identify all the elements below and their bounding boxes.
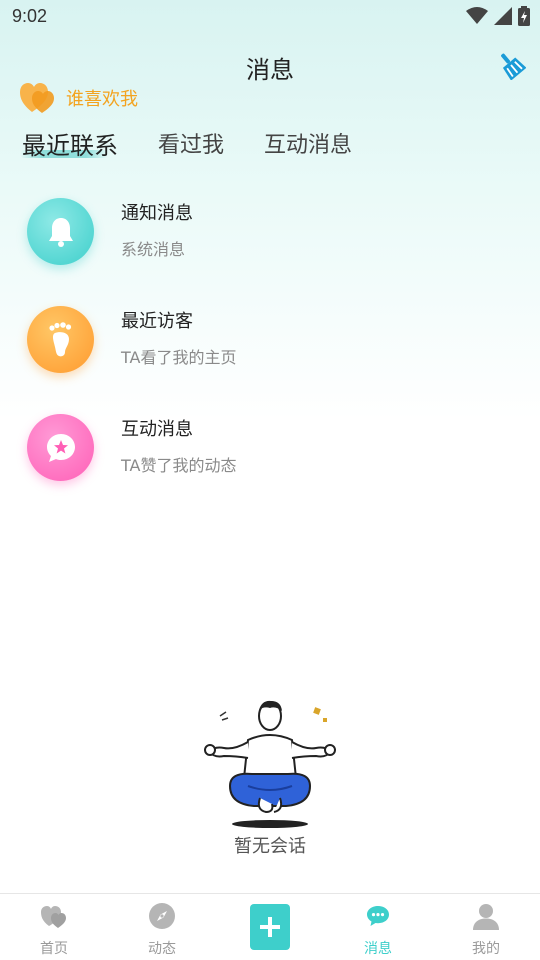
list-item-notifications[interactable]: 通知消息 系统消息	[0, 190, 540, 298]
tab-interactions[interactable]: 互动消息	[264, 128, 352, 168]
list-item-title: 互动消息	[121, 419, 193, 440]
nav-label: 消息	[364, 941, 392, 957]
post-button[interactable]	[250, 904, 290, 950]
nav-item-post[interactable]	[216, 894, 324, 960]
footprint-icon	[48, 321, 71, 356]
status-bar: 9:02	[0, 0, 540, 34]
nav-label: 动态	[148, 941, 176, 957]
list-item-visitors[interactable]: 最近访客 TA看了我的主页	[0, 298, 540, 406]
status-time: 9:02	[12, 6, 48, 26]
nav-item-messages[interactable]: 消息	[324, 894, 432, 960]
tab-label: 最近联系	[22, 132, 118, 160]
nav-item-moments[interactable]: 动态	[108, 894, 216, 960]
person-icon	[473, 904, 499, 930]
nav-label: 我的	[472, 941, 500, 957]
notification-avatar	[27, 198, 94, 265]
meditating-person-illustration	[190, 694, 350, 830]
list-item-title: 最近访客	[121, 311, 193, 332]
bottom-navigation: 首页 动态 消息 我的	[0, 893, 540, 960]
nav-item-profile[interactable]: 我的	[432, 894, 540, 960]
message-list: 通知消息 系统消息 最近访客 TA看了我的主页 互动消息 TA赞了我的动态	[0, 190, 540, 514]
clear-messages-button[interactable]	[496, 50, 527, 81]
list-item-subtitle: TA赞了我的动态	[121, 456, 237, 475]
chat-bubble-icon	[367, 906, 389, 926]
message-tabs: 最近联系 看过我 互动消息	[20, 128, 352, 168]
nav-item-home[interactable]: 首页	[0, 894, 108, 960]
tab-label: 互动消息	[264, 133, 353, 158]
nav-label: 首页	[40, 941, 68, 957]
status-icons	[466, 5, 530, 27]
star-chat-icon	[46, 433, 75, 462]
list-item-interactions[interactable]: 互动消息 TA赞了我的动态	[0, 406, 540, 514]
visitors-avatar	[27, 306, 94, 373]
broom-icon	[501, 53, 527, 81]
list-item-subtitle: 系统消息	[121, 240, 186, 259]
who-likes-me-link[interactable]: 谁喜欢我	[20, 82, 138, 114]
tab-recent-contacts[interactable]: 最近联系	[20, 128, 118, 168]
plus-icon	[260, 917, 280, 937]
home-hearts-icon	[41, 906, 66, 928]
tab-label: 看过我	[158, 133, 225, 158]
tab-viewed-me[interactable]: 看过我	[158, 128, 224, 168]
who-likes-me-label: 谁喜欢我	[66, 89, 138, 110]
compass-icon	[149, 903, 175, 929]
list-item-subtitle: TA看了我的主页	[121, 348, 237, 367]
signal-icon	[494, 7, 512, 25]
bell-icon	[48, 217, 73, 247]
interactions-avatar	[27, 414, 94, 481]
battery-icon	[518, 6, 530, 26]
hearts-icon	[20, 83, 54, 113]
wifi-icon	[466, 7, 488, 24]
list-item-title: 通知消息	[121, 203, 193, 224]
empty-state-text: 暂无会话	[234, 836, 306, 857]
page-title: 消息	[246, 56, 294, 84]
